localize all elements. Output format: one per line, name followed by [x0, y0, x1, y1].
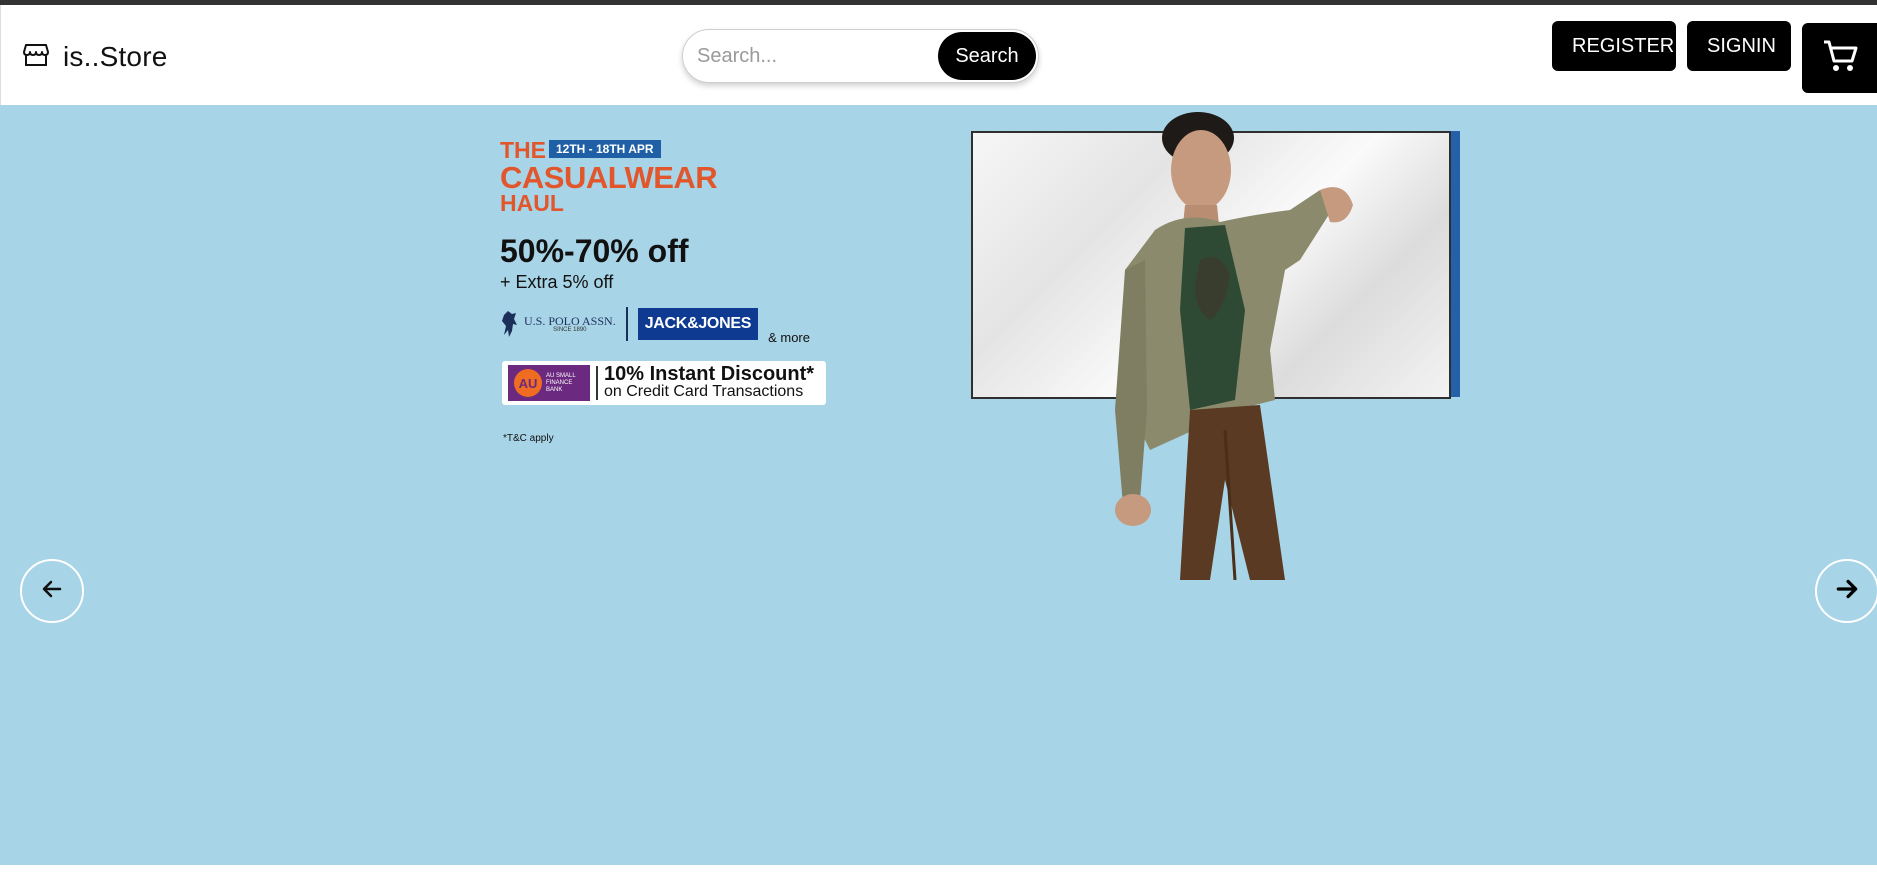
brand-more: & more [768, 330, 810, 345]
brand-logos: U.S. POLO ASSN. SINCE 1890 JACK&JONES & … [500, 307, 810, 345]
arrow-left-icon [40, 577, 64, 606]
bank-au-badge: AU [514, 369, 542, 397]
search-button[interactable]: Search [938, 32, 1036, 80]
bank-logo: AU AU SMALL FINANCE BANK [508, 365, 590, 401]
terms-note: *T&C apply [503, 433, 554, 444]
polo-name: U.S. POLO ASSN. [524, 314, 616, 328]
carousel-next-button[interactable] [1815, 559, 1877, 623]
brand-divider [625, 307, 628, 341]
brand[interactable]: is..Store [23, 41, 168, 73]
promo-extra: + Extra 5% off [500, 272, 614, 292]
register-button[interactable]: REGISTER [1552, 21, 1676, 71]
promo-dates: 12TH - 18TH APR [549, 140, 661, 158]
bank-name: AU SMALL FINANCE BANK [546, 372, 576, 393]
page-bottom [0, 865, 1877, 896]
search-bar: Search [682, 29, 1039, 83]
bank-offer-title: 10% Instant Discount* [604, 363, 815, 385]
model-image [1115, 112, 1353, 580]
store-icon [23, 43, 49, 72]
jack-jones-logo: JACK&JONES [637, 308, 759, 340]
polo-logo: U.S. POLO ASSN. SINCE 1890 [500, 309, 616, 339]
carousel-prev-button[interactable] [20, 559, 84, 623]
bank-offer-subtitle: on Credit Card Transactions [604, 383, 804, 400]
brand-name: is..Store [63, 41, 168, 72]
promo-haul: HAUL [500, 190, 564, 216]
polo-horse-icon [502, 311, 517, 337]
cart-button[interactable] [1802, 23, 1877, 93]
search-input[interactable] [697, 30, 937, 82]
hero-carousel: THE 12TH - 18TH APR CASUALWEAR HAUL 50%-… [0, 105, 1877, 865]
header: is..Store Search REGISTER SIGNIN [0, 5, 1877, 105]
signin-button[interactable]: SIGNIN [1687, 21, 1791, 71]
bank-divider [596, 366, 598, 400]
promo-discount: 50%-70% off [500, 233, 689, 269]
cart-icon [1822, 39, 1858, 78]
bank-offer: AU AU SMALL FINANCE BANK 10% Instant Dis… [502, 361, 826, 405]
arrow-right-icon [1834, 576, 1860, 607]
